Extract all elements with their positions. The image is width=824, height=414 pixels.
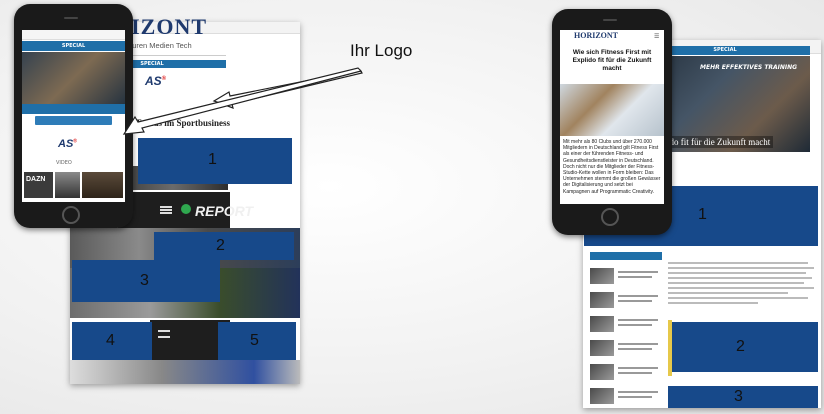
right-phone-article-body: Mit mehr als 80 Clubs und über 270.000 M… [563, 139, 661, 195]
right-desktop-body-text [668, 262, 816, 307]
sidebar-list-item [590, 290, 662, 310]
right-phone-article-photo [560, 84, 664, 136]
right-phone-brand-logo: HORIZONT [574, 31, 619, 40]
right-desktop-sidebar-header [590, 252, 662, 260]
sidebar-list-item [590, 386, 662, 406]
right-phone-menu-icon: ☰ [654, 33, 660, 40]
sidebar-list-item [590, 338, 662, 358]
ad-slot-number: 2 [736, 338, 745, 355]
sidebar-list-item [590, 362, 662, 382]
home-button-icon [601, 208, 619, 226]
right-phone-headline: Wie sich Fitness First mit Explido fit f… [572, 49, 652, 72]
phone-speaker [603, 19, 617, 21]
ad-slot-number: 3 [734, 388, 743, 405]
ad-slot-right-2: 2 [672, 322, 818, 372]
sidebar-list-item [590, 266, 662, 286]
ad-slot-right-3: 3 [668, 386, 818, 408]
right-desktop-hero-label: MEHR EFFEKTIVES TRAINING [700, 64, 798, 71]
arrow-to-phone-logo [122, 67, 363, 135]
ad-slot-number: 1 [698, 206, 707, 223]
sidebar-list-item [590, 314, 662, 334]
